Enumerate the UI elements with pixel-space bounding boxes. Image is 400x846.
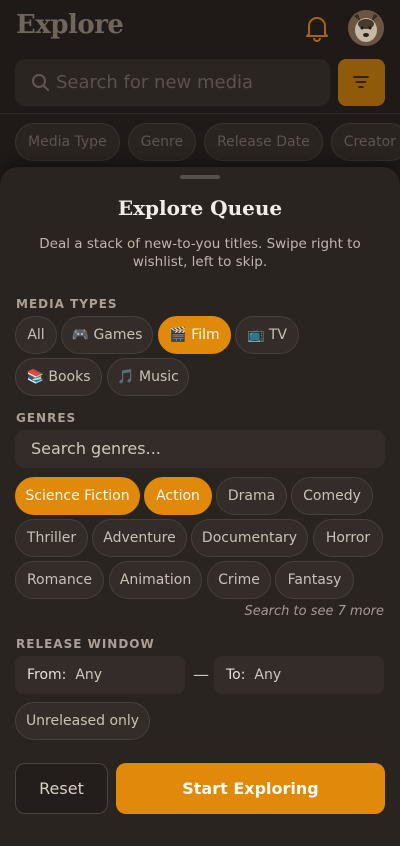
- chip-label: Film: [191, 327, 220, 343]
- genre-chip-thriller[interactable]: Thriller: [15, 519, 88, 557]
- range-separator: —: [193, 665, 209, 684]
- filter-chip-genre[interactable]: Genre: [127, 123, 197, 161]
- books-icon: 📚: [26, 369, 44, 385]
- clapperboard-icon: 🎬: [169, 327, 187, 343]
- chip-label: Music: [139, 369, 179, 385]
- music-note-icon: 🎵: [117, 369, 135, 385]
- from-label: From:: [27, 667, 67, 683]
- genre-chip-documentary[interactable]: Documentary: [191, 519, 308, 557]
- start-exploring-button[interactable]: Start Exploring: [116, 763, 385, 814]
- sheet-description: Deal a stack of new-to-you titles. Swipe…: [39, 236, 361, 270]
- from-date-field[interactable]: From: Any: [15, 656, 185, 694]
- to-value: Any: [254, 667, 282, 683]
- chip-label: Books: [48, 369, 91, 385]
- media-type-all[interactable]: All: [15, 316, 57, 354]
- unreleased-only-toggle[interactable]: Unreleased only: [15, 702, 150, 740]
- genres-label: GENRES: [16, 411, 77, 425]
- top-bar: Explore: [0, 0, 400, 58]
- genre-chip-action[interactable]: Action: [144, 477, 212, 515]
- genre-chip-romance[interactable]: Romance: [15, 561, 104, 599]
- filter-icon: [353, 76, 369, 88]
- media-types-label: MEDIA TYPES: [16, 297, 118, 311]
- genre-search-input[interactable]: Search genres...: [15, 430, 385, 468]
- to-label: To:: [226, 667, 246, 683]
- filter-chip-media-type[interactable]: Media Type: [15, 123, 120, 161]
- media-type-games[interactable]: 🎮 Games: [61, 316, 153, 354]
- avatar[interactable]: [348, 10, 384, 46]
- genre-chip-crime[interactable]: Crime: [207, 561, 271, 599]
- to-date-field[interactable]: To: Any: [214, 656, 384, 694]
- genre-chip-comedy[interactable]: Comedy: [291, 477, 373, 515]
- reset-button[interactable]: Reset: [15, 763, 108, 814]
- chip-label: TV: [268, 327, 288, 343]
- chip-label: All: [27, 327, 45, 343]
- media-type-film[interactable]: 🎬 Film: [158, 316, 231, 354]
- genre-chip-horror[interactable]: Horror: [313, 519, 383, 557]
- genre-chip-fantasy[interactable]: Fantasy: [275, 561, 354, 599]
- explore-queue-sheet: Explore Queue Deal a stack of new-to-you…: [0, 167, 400, 846]
- genre-chip-adventure[interactable]: Adventure: [92, 519, 187, 557]
- search-input[interactable]: Search for new media: [56, 72, 253, 93]
- chip-label: Games: [93, 327, 143, 343]
- search-bar[interactable]: Search for new media: [15, 59, 330, 106]
- release-window-label: RELEASE WINDOW: [16, 637, 155, 651]
- genre-chip-science-fiction[interactable]: Science Fiction: [15, 477, 140, 515]
- filter-button[interactable]: [338, 59, 385, 106]
- divider: [0, 113, 400, 114]
- filter-chip-release-date[interactable]: Release Date: [204, 123, 323, 161]
- media-type-music[interactable]: 🎵 Music: [107, 358, 189, 396]
- media-type-tv[interactable]: 📺 TV: [235, 316, 299, 354]
- from-value: Any: [75, 667, 103, 683]
- sheet-drag-handle[interactable]: [180, 175, 220, 179]
- filter-chip-row: Media Type Genre Release Date Creator: [15, 123, 400, 161]
- page-title: Explore: [16, 10, 124, 40]
- television-icon: 📺: [246, 327, 265, 343]
- search-icon: [32, 74, 49, 91]
- genre-chip-animation[interactable]: Animation: [109, 561, 202, 599]
- media-type-books[interactable]: 📚 Books: [15, 358, 102, 396]
- more-genres-hint: Search to see 7 more: [244, 604, 384, 619]
- gamepad-icon: 🎮: [71, 327, 89, 343]
- bell-icon[interactable]: [303, 13, 331, 43]
- filter-chip-creator[interactable]: Creator: [330, 123, 400, 161]
- sheet-title: Explore Queue: [117, 196, 283, 220]
- genre-chip-drama[interactable]: Drama: [216, 477, 287, 515]
